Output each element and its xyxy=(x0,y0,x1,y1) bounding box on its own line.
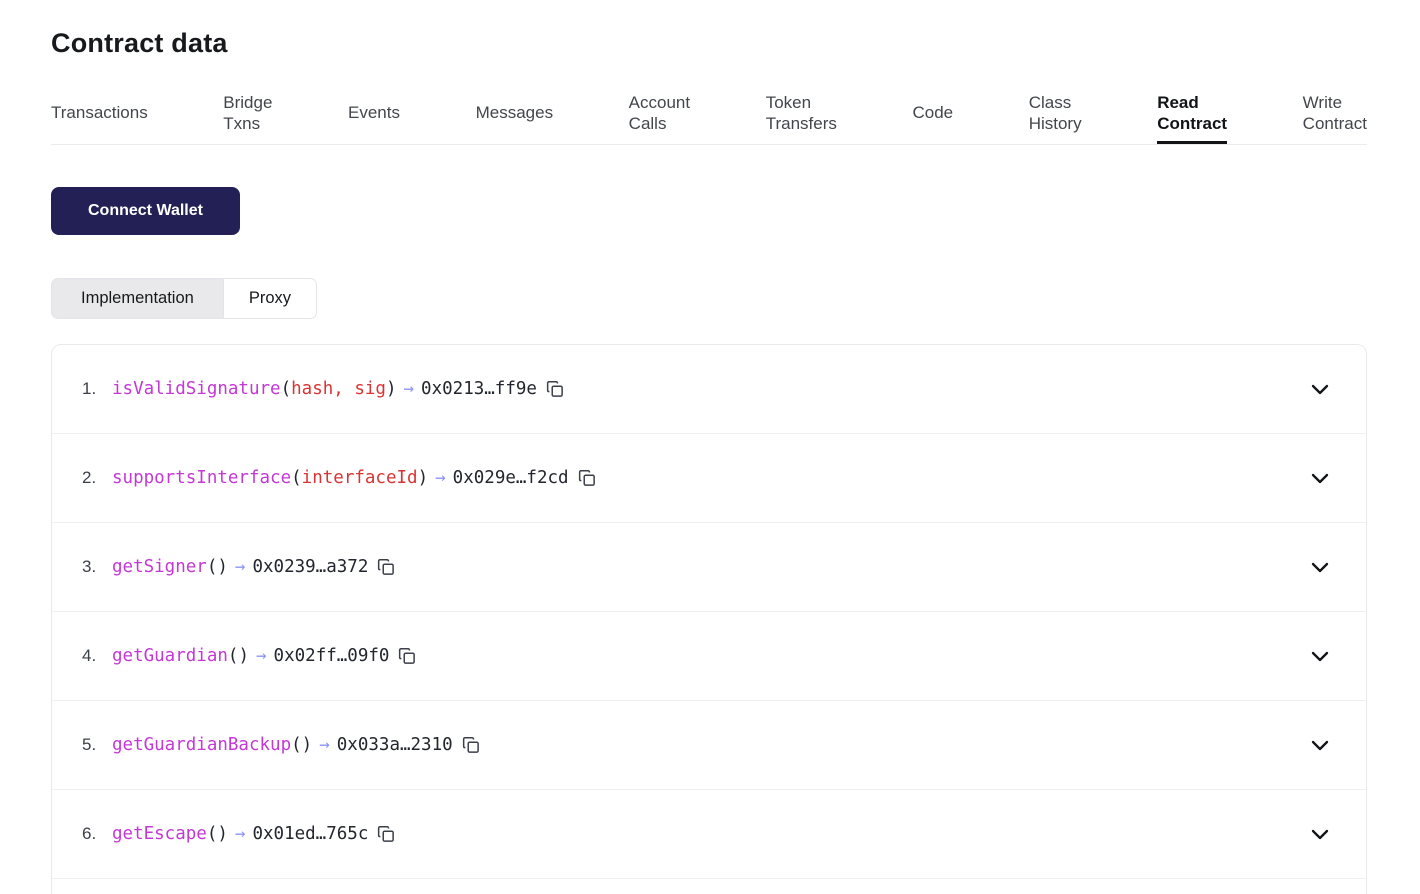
function-signature: 2. supportsInterface(interfaceId) → 0x029e… xyxy=(82,468,596,488)
chevron-down-icon[interactable] xyxy=(1308,644,1332,668)
copy-icon[interactable] xyxy=(462,736,480,754)
tab-label: Messages xyxy=(475,103,554,123)
function-name: getGuardian xyxy=(112,646,228,666)
copy-icon[interactable] xyxy=(377,558,395,576)
tab-events[interactable]: Events xyxy=(348,83,400,144)
arrow-glyph: → xyxy=(234,824,246,844)
paren-open: ( xyxy=(291,735,302,755)
tab-label: Class History xyxy=(1028,92,1082,133)
tab-label: Bridge Txns xyxy=(223,92,273,133)
tab-label: Transactions xyxy=(51,103,148,123)
page-title: Contract data xyxy=(51,28,228,58)
function-index: 4. xyxy=(82,646,97,665)
chevron-down-icon[interactable] xyxy=(1308,466,1332,490)
chevron-down-icon[interactable] xyxy=(1308,733,1332,757)
tab-label: Code xyxy=(912,103,954,123)
paren-close: ) xyxy=(301,735,313,755)
arrow-glyph: → xyxy=(234,557,246,577)
paren-open: ( xyxy=(206,824,218,844)
tab-write-contract[interactable]: Write Contract xyxy=(1303,83,1367,144)
paren-open: ( xyxy=(280,379,292,399)
copy-icon[interactable] xyxy=(578,469,596,487)
paren-open: ( xyxy=(291,468,302,488)
paren-open: ( xyxy=(206,557,218,577)
tab-label: Account Calls xyxy=(628,92,691,133)
tab-label: Token Transfers xyxy=(765,92,837,133)
function-signature: 1. isValidSignature(hash, sig) → 0x0213…ff… xyxy=(82,379,564,399)
chevron-down-icon[interactable] xyxy=(1308,822,1332,846)
function-row[interactable]: 6. getEscape() → 0x01ed…765c xyxy=(52,790,1366,879)
function-index: 1. xyxy=(82,379,97,398)
function-result: 0x0213…ff9e xyxy=(421,379,537,399)
tab-token-transfers[interactable]: Token Transfers xyxy=(766,83,837,144)
function-params: hash, sig xyxy=(291,379,386,399)
tab-read-contract[interactable]: Read Contract xyxy=(1157,83,1227,144)
arrow-glyph: → xyxy=(435,468,446,488)
tab-account-calls[interactable]: Account Calls xyxy=(629,83,690,144)
paren-close: ) xyxy=(217,824,228,844)
tab-code[interactable]: Code xyxy=(912,83,953,144)
toggle-option-proxy[interactable]: Proxy xyxy=(222,279,316,318)
copy-icon[interactable] xyxy=(377,825,395,843)
function-name: isValidSignature xyxy=(112,379,281,399)
copy-icon[interactable] xyxy=(546,380,564,398)
paren-close: ) xyxy=(217,557,228,577)
tab-label: Write Contract xyxy=(1302,92,1367,133)
tab-messages[interactable]: Messages xyxy=(476,83,553,144)
contract-data-page: Contract data Transactions Bridge Txns E… xyxy=(0,0,1420,894)
function-name: getSigner xyxy=(112,557,207,577)
connect-wallet-button[interactable]: Connect Wallet xyxy=(51,187,240,235)
function-signature: 4. getGuardian() → 0x02ff…09f0 xyxy=(82,646,416,666)
function-row[interactable]: 2. supportsInterface(interfaceId) → 0x029e… xyxy=(52,434,1366,523)
tab-bar: Transactions Bridge Txns Events Messages… xyxy=(51,83,1367,145)
function-name: getEscape xyxy=(112,824,207,844)
tab-label: Read Contract xyxy=(1157,92,1228,133)
read-contract-function-list: 1. isValidSignature(hash, sig) → 0x0213…ff… xyxy=(51,344,1367,894)
chevron-down-icon[interactable] xyxy=(1308,555,1332,579)
tab-transactions[interactable]: Transactions xyxy=(51,83,148,144)
arrow-glyph: → xyxy=(256,646,267,666)
function-index: 3. xyxy=(82,557,97,576)
paren-open: ( xyxy=(227,646,239,666)
function-index: 5. xyxy=(82,735,97,754)
copy-icon[interactable] xyxy=(398,647,416,665)
function-result: 0x0239…a372 xyxy=(252,557,369,577)
tab-class-history[interactable]: Class History xyxy=(1029,83,1082,144)
function-result: 0x02ff…09f0 xyxy=(273,646,390,666)
arrow-glyph: → xyxy=(319,735,330,755)
function-signature: 5. getGuardianBackup() → 0x033a…2310 xyxy=(82,735,480,755)
function-signature: 3. getSigner() → 0x0239…a372 xyxy=(82,557,395,577)
function-result: 0x029e…f2cd xyxy=(452,468,569,488)
function-name: supportsInterface xyxy=(112,468,292,488)
tab-bridge-txns[interactable]: Bridge Txns xyxy=(223,83,272,144)
function-row[interactable]: 5. getGuardianBackup() → 0x033a…2310 xyxy=(52,701,1366,790)
function-index: 6. xyxy=(82,824,97,843)
function-row[interactable]: 4. getGuardian() → 0x02ff…09f0 xyxy=(52,612,1366,701)
function-params: interfaceId xyxy=(301,468,418,488)
function-result: 0x033a…2310 xyxy=(336,735,453,755)
function-row[interactable]: 3. getSigner() → 0x0239…a372 xyxy=(52,523,1366,612)
paren-close: ) xyxy=(385,379,397,399)
function-index: 2. xyxy=(82,468,97,487)
tab-label: Events xyxy=(348,103,400,123)
function-name: getGuardianBackup xyxy=(112,735,292,755)
paren-close: ) xyxy=(238,646,249,666)
chevron-down-icon[interactable] xyxy=(1308,377,1332,401)
function-signature: 6. getEscape() → 0x01ed…765c xyxy=(82,824,395,844)
toggle-option-implementation[interactable]: Implementation xyxy=(52,279,223,318)
function-row[interactable]: 1. isValidSignature(hash, sig) → 0x0213…ff… xyxy=(52,345,1366,434)
paren-close: ) xyxy=(417,468,429,488)
function-result: 0x01ed…765c xyxy=(252,824,369,844)
arrow-glyph: → xyxy=(403,379,415,399)
implementation-proxy-toggle: Implementation Proxy xyxy=(51,278,317,319)
